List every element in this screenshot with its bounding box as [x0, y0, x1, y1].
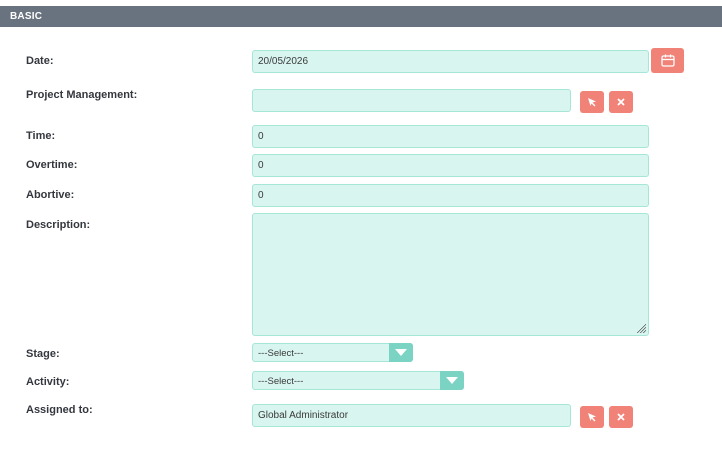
stage-dropdown-toggle[interactable] — [389, 343, 413, 362]
project-select-button[interactable] — [580, 91, 604, 113]
calendar-icon — [660, 54, 675, 67]
select-arrow-icon — [588, 413, 596, 422]
chevron-down-icon — [395, 349, 407, 356]
description-label: Description: — [26, 219, 91, 231]
chevron-down-icon — [446, 377, 458, 384]
overtime-input[interactable] — [252, 154, 649, 177]
time-label: Time: — [26, 130, 56, 142]
project-management-input[interactable] — [252, 89, 571, 112]
activity-dropdown-toggle[interactable] — [440, 371, 464, 390]
date-picker-button[interactable] — [651, 48, 684, 73]
resize-handle-icon[interactable] — [636, 323, 646, 333]
activity-selected-value: ---Select--- — [258, 376, 304, 387]
assigned-to-label: Assigned to: — [26, 404, 93, 416]
stage-select[interactable]: ---Select--- — [252, 343, 413, 362]
abortive-input[interactable] — [252, 184, 649, 207]
panel-header-basic[interactable]: BASIC — [0, 6, 722, 27]
stage-selected-value: ---Select--- — [258, 348, 304, 359]
select-arrow-icon — [588, 98, 596, 107]
time-input[interactable] — [252, 125, 649, 148]
project-clear-button[interactable] — [609, 91, 633, 113]
clear-x-icon — [617, 413, 625, 421]
date-label: Date: — [26, 55, 54, 67]
date-input[interactable] — [252, 50, 649, 73]
assigned-to-input[interactable] — [252, 404, 571, 427]
abortive-label: Abortive: — [26, 189, 75, 201]
project-management-label: Project Management: — [26, 89, 138, 101]
clear-x-icon — [617, 98, 625, 106]
assigned-select-button[interactable] — [580, 406, 604, 428]
activity-label: Activity: — [26, 376, 70, 388]
assigned-clear-button[interactable] — [609, 406, 633, 428]
panel-title: BASIC — [10, 11, 43, 22]
description-textarea[interactable] — [252, 213, 649, 336]
activity-select[interactable]: ---Select--- — [252, 371, 464, 390]
overtime-label: Overtime: — [26, 159, 78, 171]
stage-label: Stage: — [26, 348, 60, 360]
